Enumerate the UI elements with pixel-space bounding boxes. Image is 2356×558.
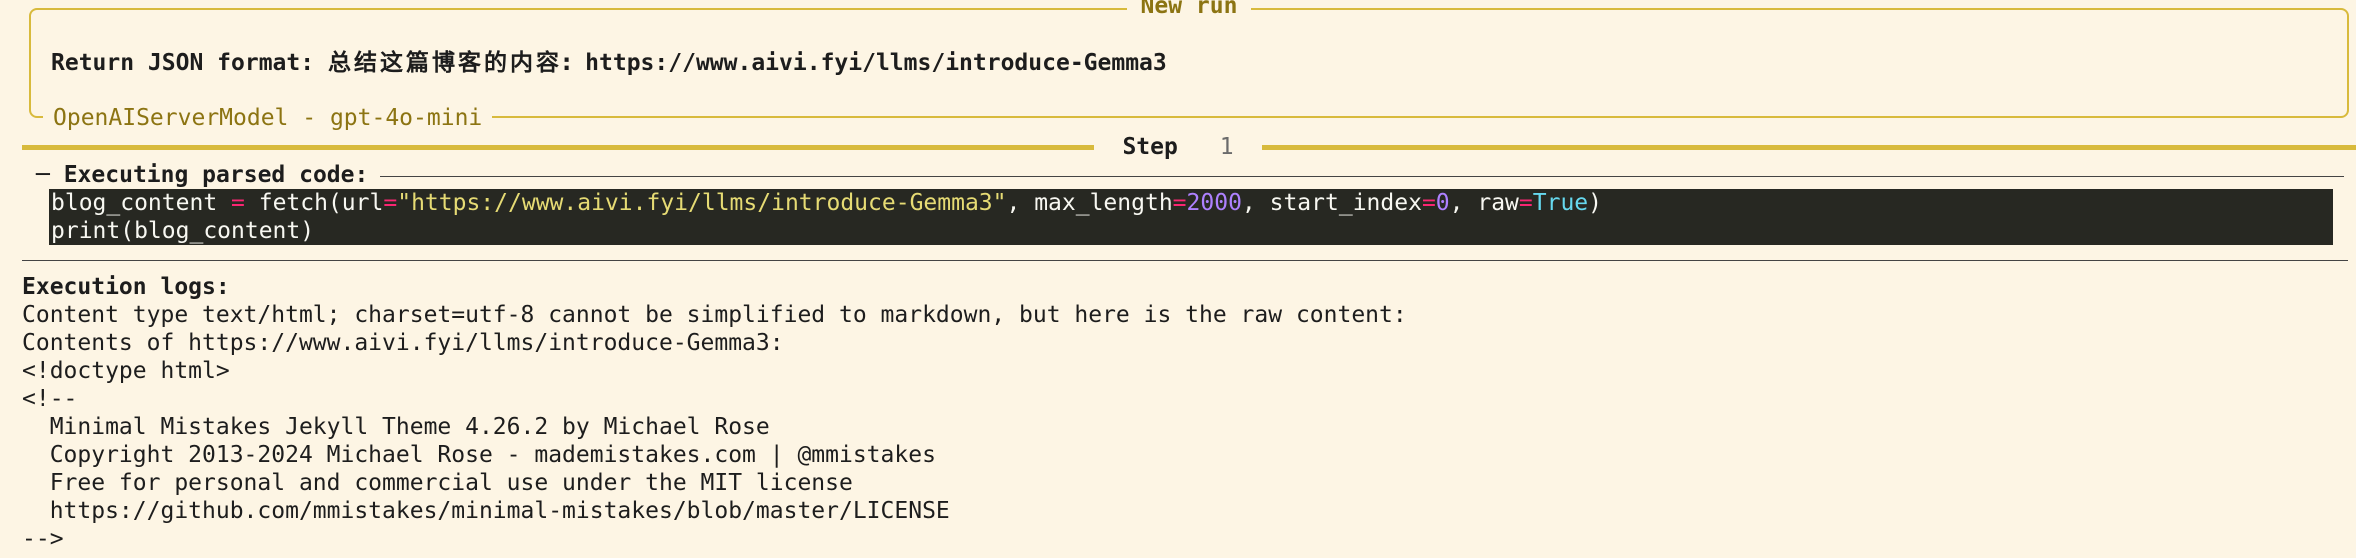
new-run-title: New run (1126, 0, 1252, 19)
code-token: , start_index (1241, 190, 1422, 216)
code-bottom-rule (22, 260, 2348, 261)
code-number: 0 (1435, 190, 1450, 216)
code-token: , max_length (1006, 190, 1173, 216)
task-prefix: Return JSON format: (51, 50, 328, 76)
log-line: Copyright 2013-2024 Michael Rose - madem… (22, 442, 936, 468)
code-token: fetch(url (244, 190, 384, 216)
log-line: https://github.com/mmistakes/minimal-mis… (22, 498, 950, 524)
task-url: https://www.aivi.fyi/llms/introduce-Gemm… (585, 50, 1167, 76)
task-prompt: Return JSON format: 总结这篇博客的内容: https://w… (51, 49, 1167, 77)
code-keyword: True (1532, 190, 1589, 216)
code-url-string: "https://www.aivi.fyi/llms/introduce-Gem… (397, 190, 1007, 216)
log-line: Free for personal and commercial use und… (22, 470, 853, 496)
execution-logs-title: Execution logs: (22, 274, 230, 300)
log-line: <!-- (22, 386, 78, 412)
log-line: --> (22, 526, 64, 552)
new-run-panel: New run Return JSON format: 总结这篇博客的内容: h… (29, 0, 2349, 132)
code-token: = (1172, 190, 1187, 216)
step-label: Step (1108, 134, 1192, 160)
execution-logs: Content type text/html; charset=utf-8 ca… (22, 301, 1407, 553)
log-line: <!doctype html> (22, 358, 230, 384)
code-token: = (231, 190, 245, 216)
model-label: OpenAIServerModel - gpt-4o-mini (43, 104, 493, 132)
log-line: Contents of https://www.aivi.fyi/llms/in… (22, 330, 784, 356)
log-line: Minimal Mistakes Jekyll Theme 4.26.2 by … (22, 414, 770, 440)
code-number: 2000 (1186, 190, 1242, 216)
code-token: = (1421, 190, 1436, 216)
step-number: 1 (1205, 134, 1248, 160)
task-instruction: 总结这篇博客的内容: (327, 50, 586, 76)
code-block: blog_content = fetch(url="https://www.ai… (49, 189, 2333, 245)
code-token: = (1518, 190, 1533, 216)
code-token: ) (1588, 190, 1603, 216)
code-section-header: ─ Executing parsed code: (36, 161, 381, 189)
code-token: blog_content (51, 190, 232, 216)
code-line-2: print(blog_content) (51, 218, 315, 244)
code-token: = (383, 190, 398, 216)
code-token: , raw (1449, 190, 1519, 216)
code-section-title: Executing parsed code: (63, 162, 369, 188)
code-header-rule (36, 176, 2344, 177)
step-header: Step 1 (0, 133, 2356, 161)
log-line: Content type text/html; charset=utf-8 ca… (22, 302, 1407, 328)
code-line-1: blog_content = fetch(url="https://www.ai… (51, 189, 2333, 217)
